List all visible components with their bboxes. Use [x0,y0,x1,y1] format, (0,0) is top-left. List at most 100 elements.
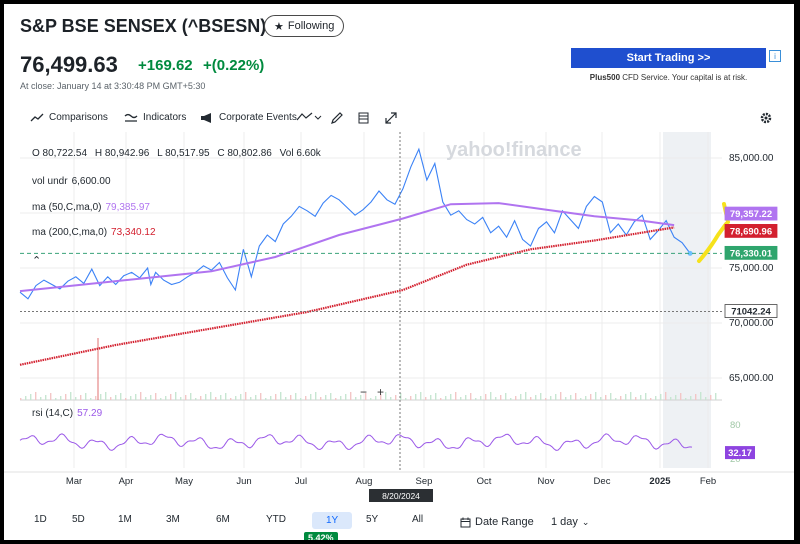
volume-bar [40,397,42,400]
volume-bar [30,394,32,400]
volume-bar [510,398,512,400]
volume-bar [570,395,572,400]
x-tick-label: Mar [66,476,82,487]
volume-bar [660,394,662,400]
x-tick-label: Oct [477,476,492,487]
legend-rsi[interactable]: rsi (14,C) 57.29 [32,408,102,419]
y-tick-label: 65,000.00 [729,373,774,384]
price-tag: 76,330.01 [724,245,778,260]
collapse-legend-icon[interactable]: ⌃ [32,254,41,267]
volume-bar [240,394,242,400]
x-tick-label: Nov [538,476,555,487]
ohlc-low: L 80,517.95 [157,148,210,159]
volume-bar [625,394,627,400]
price-tag-label: 71042.24 [731,307,771,318]
volume-bar [415,394,417,400]
volume-bar [385,392,387,400]
range-5d[interactable]: 5D [66,512,91,527]
price-tag-label: 78,690.96 [730,226,772,237]
x-tick-label: Sep [416,476,433,487]
volume-bar [445,396,447,400]
following-button[interactable]: ★ Following [264,15,345,37]
range-1d[interactable]: 1D [28,512,53,527]
draw-button[interactable] [330,112,344,124]
price-chart[interactable]: 85,000.0080,000.0075,000.0070,000.0065,0… [4,132,794,508]
legend-rsi-label: rsi (14,C) [32,408,74,419]
rsi-value-tag: 32.17 [725,446,755,460]
legend-volume[interactable]: vol undr 6,600.00 [32,176,111,187]
star-icon: ★ [274,20,284,33]
volume-bar [535,395,537,400]
volume-bar [65,394,67,400]
fullscreen-button[interactable] [385,112,397,124]
volume-bar [90,398,92,400]
settings-button[interactable] [760,112,772,124]
volume-bar [175,392,177,400]
volume-bar [60,396,62,400]
volume-bar [390,397,392,400]
interval-select[interactable]: 1 day ⌄ [551,516,589,528]
volume-bar [480,396,482,400]
ohlc-readout: O 80,722.54 H 80,942.96 L 80,517.95 C 80… [32,148,326,159]
page-title: S&P BSE SENSEX (^BSESN) [20,16,267,36]
rsi-80-label: 80 [730,420,741,431]
price-change-percent: +(0.22%) [203,57,265,74]
range-6m[interactable]: 6M [210,512,236,527]
zoom-in-button[interactable]: + [377,385,384,399]
volume-bar [100,394,102,400]
volume-bar [685,398,687,400]
indicators-label: Indicators [143,112,187,123]
volume-bar [105,392,107,400]
volume-bar [200,396,202,400]
volume-bar [260,393,262,400]
volume-bar [420,392,422,400]
range-3m[interactable]: 3M [160,512,186,527]
range-5y[interactable]: 5Y [360,512,384,527]
crosshair-date-tag: 8/20/2024 [369,489,433,502]
volume-bar [690,396,692,400]
volume-bar [280,392,282,400]
volume-bar [230,398,232,400]
chart-type-button[interactable] [296,112,322,122]
date-range-button[interactable]: Date Range [460,516,534,528]
volume-bar [515,396,517,400]
volume-bar [220,395,222,400]
range-all[interactable]: All [406,512,429,527]
table-view-button[interactable] [358,112,370,124]
range-1m[interactable]: 1M [112,512,138,527]
legend-ma50-label: ma (50,C,ma,0) [32,202,102,213]
ad-info-icon[interactable]: i [769,50,781,62]
volume-bar [715,393,717,400]
zoom-out-button[interactable]: − [360,385,367,399]
range-ytd[interactable]: YTD [260,512,292,527]
volume-bar [635,397,637,400]
ma50-line [19,202,675,293]
volume-bar [405,398,407,400]
ad-brand: Plus500 [589,73,621,82]
volume-bar [425,397,427,400]
volume-bar [80,395,82,400]
volume-bar [670,397,672,400]
corporate-events-button[interactable]: Corporate Events [200,112,297,123]
volume-bar [300,398,302,400]
volume-bar [540,393,542,400]
x-tick-label: 2025 [649,476,671,487]
volume-bar [345,394,347,400]
range-1y[interactable]: 1Y [312,512,353,529]
volume-bar [450,394,452,400]
volume-bar [75,397,77,400]
volume-bar [165,396,167,400]
ohlc-volume: Vol 6.60k [279,148,321,159]
indicators-button[interactable]: Indicators [124,112,186,123]
chart-toolbar: Comparisons Indicators Corporate Events [20,108,780,130]
legend-ma50[interactable]: ma (50,C,ma,0) 79,385.97 [32,202,150,213]
price-tag: 79,357.22 [724,206,778,221]
legend-volume-label: vol undr [32,176,68,187]
comparisons-button[interactable]: Comparisons [30,112,108,123]
x-tick-label: Dec [594,476,611,487]
start-trading-button[interactable]: Start Trading >> [571,48,766,68]
volume-bar [555,394,557,400]
ad-note-text: CFD Service. Your capital is at risk. [622,73,748,82]
volume-bar [600,397,602,400]
legend-ma200[interactable]: ma (200,C,ma,0) 73,340.12 [32,227,156,238]
